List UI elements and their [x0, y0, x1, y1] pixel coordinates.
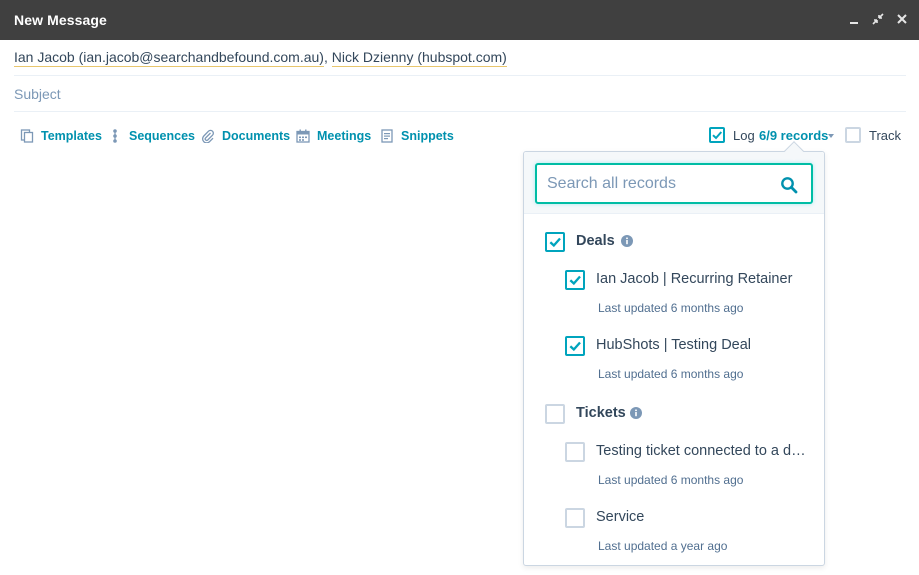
record-label[interactable]: Ian Jacob | Recurring Retainer	[596, 271, 809, 287]
checkmark-icon	[569, 341, 581, 352]
log-label: Log	[733, 128, 755, 143]
close-icon[interactable]	[894, 11, 910, 27]
sequences-icon	[113, 129, 117, 143]
record-checkbox[interactable]	[565, 336, 585, 356]
templates-icon	[20, 129, 34, 143]
deals-group-label: Deals	[576, 233, 615, 249]
search-input[interactable]	[547, 173, 767, 195]
snippets-icon	[381, 129, 393, 143]
subject-field[interactable]: Subject	[14, 86, 61, 102]
checkmark-icon	[712, 131, 723, 140]
checkmark-icon	[569, 275, 581, 286]
meetings-label: Meetings	[317, 129, 372, 143]
minimize-icon[interactable]	[846, 11, 862, 27]
search-box[interactable]	[535, 163, 813, 204]
record-label[interactable]: HubShots | Testing Deal	[596, 337, 809, 353]
search-icon[interactable]	[780, 176, 798, 194]
meetings-button[interactable]: Meetings	[296, 127, 371, 145]
snippets-button[interactable]: Snippets	[380, 127, 454, 145]
checkmark-icon	[549, 237, 561, 248]
record-label[interactable]: Testing ticket connected to a deal	[596, 443, 809, 459]
to-field[interactable]: Ian Jacob (ian.jacob@searchandbefound.co…	[14, 49, 507, 67]
templates-button[interactable]: Templates	[20, 127, 102, 145]
record-last-updated: Last updated 6 months ago	[598, 473, 744, 487]
documents-button[interactable]: Documents	[201, 127, 290, 145]
window-title: New Message	[14, 12, 107, 28]
sequences-label: Sequences	[129, 129, 196, 143]
documents-label: Documents	[222, 129, 291, 143]
templates-label: Templates	[41, 129, 102, 143]
tickets-group-label: Tickets	[576, 405, 626, 421]
record-last-updated: Last updated 6 months ago	[598, 301, 744, 315]
recipient-chip[interactable]: Ian Jacob (ian.jacob@searchandbefound.co…	[14, 49, 324, 67]
compose-titlebar: New Message	[0, 0, 919, 40]
recipient-chip[interactable]: Nick Dzienny (hubspot.com)	[331, 49, 507, 67]
log-checkbox[interactable]	[709, 127, 725, 143]
record-checkbox[interactable]	[565, 442, 585, 462]
collapse-icon[interactable]	[870, 11, 886, 27]
calendar-icon	[296, 129, 310, 143]
record-checkbox[interactable]	[565, 270, 585, 290]
sequences-button[interactable]: Sequences	[108, 127, 195, 145]
chevron-down-icon[interactable]	[828, 134, 834, 138]
log-records-popover: Deals Ian Jacob | Recurring Retainer Las…	[523, 151, 825, 566]
snippets-label: Snippets	[401, 129, 454, 143]
record-last-updated: Last updated 6 months ago	[598, 367, 744, 381]
track-label: Track	[869, 128, 902, 143]
paperclip-icon	[201, 129, 214, 143]
info-icon[interactable]	[621, 235, 633, 247]
divider	[14, 111, 906, 112]
deals-group-checkbox[interactable]	[545, 232, 565, 252]
record-checkbox[interactable]	[565, 508, 585, 528]
record-label[interactable]: Service	[596, 509, 809, 525]
track-checkbox[interactable]	[845, 127, 861, 143]
search-area	[524, 152, 824, 214]
record-last-updated: Last updated a year ago	[598, 539, 728, 553]
divider	[14, 75, 906, 76]
info-icon[interactable]	[630, 407, 642, 419]
tickets-group-checkbox[interactable]	[545, 404, 565, 424]
